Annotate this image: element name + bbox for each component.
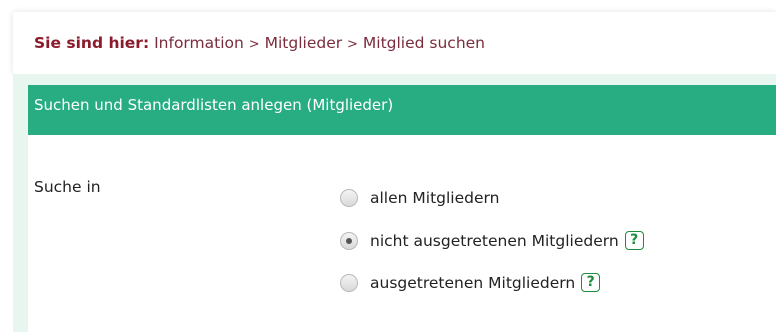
radio-option-all-members[interactable]: allen Mitgliedern [340,189,499,207]
radio-option-active-members[interactable]: nicht ausgetretenen Mitgliedern ? [340,231,644,250]
radio-label: allen Mitgliedern [370,189,500,207]
search-panel: Suchen und Standardlisten anlegen (Mitgl… [28,85,776,332]
breadcrumb: Sie sind hier: Information > Mitglieder … [34,33,485,55]
radio-button[interactable] [340,273,358,292]
radio-option-former-members[interactable]: ausgetretenen Mitgliedern ? [340,273,601,292]
breadcrumb-link-information[interactable]: Information [154,34,244,52]
content-area: Suchen und Standardlisten anlegen (Mitgl… [13,74,776,332]
radio-label: nicht ausgetretenen Mitgliedern [370,231,619,250]
radio-label: ausgetretenen Mitgliedern [370,273,576,292]
breadcrumb-link-mitglieder[interactable]: Mitglieder [265,34,343,52]
radio-button[interactable] [340,189,358,207]
breadcrumb-separator: > [248,37,260,52]
help-icon[interactable]: ? [581,273,601,292]
radio-button-selected[interactable] [340,231,358,250]
breadcrumb-bar: Sie sind hier: Information > Mitglieder … [13,12,776,74]
breadcrumb-prefix: Sie sind hier: [34,34,150,52]
help-icon[interactable]: ? [624,231,644,250]
page: Sie sind hier: Information > Mitglieder … [0,0,776,332]
panel-title: Suchen und Standardlisten anlegen (Mitgl… [28,85,776,135]
breadcrumb-current: Mitglied suchen [362,34,486,52]
search-scope-label: Suche in [34,178,101,196]
breadcrumb-separator: > [347,37,358,52]
